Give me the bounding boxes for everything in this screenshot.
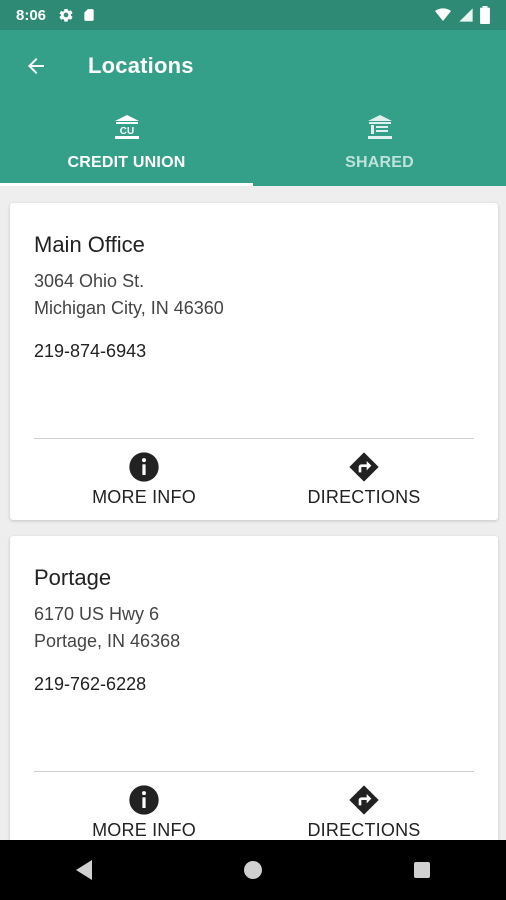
back-button[interactable] (22, 52, 50, 80)
location-address-line1: 3064 Ohio St. (34, 271, 145, 291)
location-name: Main Office (34, 232, 145, 257)
credit-union-icon: CU (114, 115, 139, 139)
location-card: Portage 6170 US Hwy 6 Portage, IN 46368 … (10, 536, 498, 840)
gear-icon (59, 8, 73, 22)
card-divider (34, 438, 474, 439)
directions-button[interactable]: DIRECTIONS (274, 784, 454, 840)
location-name: Portage (34, 565, 112, 590)
more-info-label: MORE INFO (92, 487, 196, 507)
sd-card-icon (84, 9, 94, 21)
back-nav-icon (76, 860, 93, 880)
directions-icon (349, 785, 379, 815)
system-nav-bar (0, 840, 506, 900)
location-card: Main Office 3064 Ohio St. Michigan City,… (10, 203, 498, 520)
info-icon (129, 785, 159, 815)
tab-shared-label: SHARED (345, 154, 414, 171)
status-bar: 8:06 (0, 0, 506, 30)
recents-nav-icon (413, 862, 430, 878)
status-left-icons (58, 7, 96, 23)
tab-shared[interactable]: SHARED (253, 102, 506, 186)
signal-icon (459, 8, 473, 22)
directions-button[interactable]: DIRECTIONS (274, 451, 454, 508)
directions-label: DIRECTIONS (307, 487, 421, 507)
more-info-label: MORE INFO (92, 820, 196, 840)
wifi-icon (435, 8, 451, 21)
more-info-button[interactable]: MORE INFO (54, 784, 234, 840)
nav-recents-button[interactable] (402, 850, 442, 890)
location-address-line2: Michigan City, IN 46360 (34, 298, 224, 318)
card-divider (34, 771, 474, 772)
directions-label: DIRECTIONS (307, 820, 421, 840)
nav-home-button[interactable] (233, 850, 273, 890)
svg-text:CU: CU (119, 126, 133, 137)
location-phone[interactable]: 219-762-6228 (34, 674, 146, 695)
app-bar: Locations CU CREDIT UNION SHARED (0, 30, 506, 186)
page-title: Locations (88, 53, 194, 78)
directions-icon (349, 452, 379, 482)
location-tabs: CU CREDIT UNION SHARED (0, 102, 506, 186)
info-icon (129, 452, 159, 482)
nav-back-button[interactable] (64, 850, 104, 890)
arrow-back-icon (28, 58, 44, 74)
locations-list: Main Office 3064 Ohio St. Michigan City,… (0, 186, 506, 840)
bank-icon (367, 115, 392, 139)
location-address-line1: 6170 US Hwy 6 (34, 604, 160, 624)
battery-icon (480, 6, 490, 24)
location-phone[interactable]: 219-874-6943 (34, 341, 146, 362)
toolbar: Locations (0, 30, 506, 102)
location-address-line2: Portage, IN 46368 (34, 631, 181, 651)
tab-credit-union[interactable]: CU CREDIT UNION (0, 102, 253, 186)
tab-credit-union-label: CREDIT UNION (67, 154, 186, 171)
status-right-icons (434, 6, 490, 24)
status-time: 8:06 (16, 6, 47, 24)
more-info-button[interactable]: MORE INFO (54, 451, 234, 508)
home-nav-icon (243, 861, 262, 879)
